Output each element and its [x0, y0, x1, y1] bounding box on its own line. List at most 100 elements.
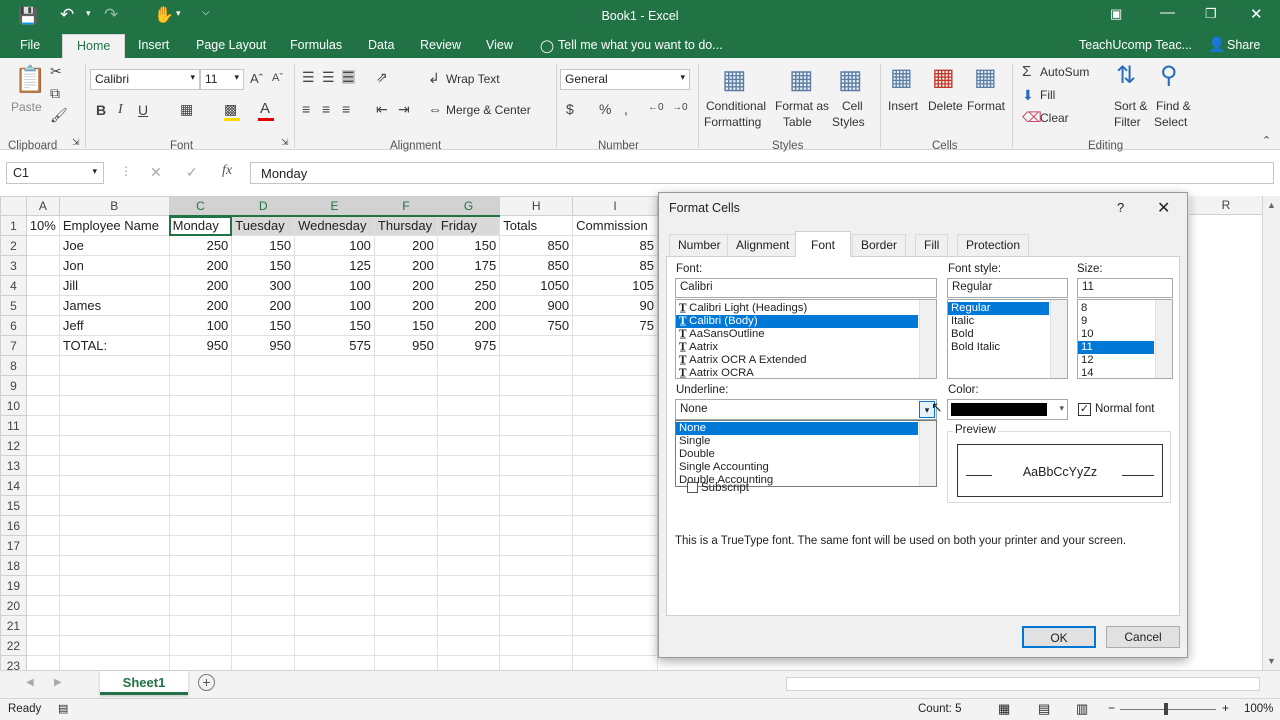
cell[interactable]	[168, 555, 233, 576]
increase-indent-icon[interactable]: ⇥	[398, 102, 410, 116]
cell[interactable]	[373, 635, 438, 656]
cell[interactable]: Tuesday	[231, 215, 296, 236]
list-item[interactable]: 14	[1078, 367, 1154, 380]
increase-decimal-icon[interactable]: ←0	[648, 103, 664, 113]
cell[interactable]: Employee Name	[58, 215, 170, 236]
cell[interactable]	[294, 495, 375, 516]
cell[interactable]	[25, 495, 60, 516]
tab-alignment[interactable]: Alignment	[727, 234, 799, 256]
cell[interactable]	[373, 495, 438, 516]
merge-center-button[interactable]: Merge & Center	[446, 103, 531, 117]
copy-icon[interactable]: ⧉	[50, 86, 60, 100]
comma-icon[interactable]: ,	[624, 102, 628, 116]
bottom-align-icon[interactable]: ☰	[342, 70, 355, 84]
cell[interactable]: 975	[436, 335, 501, 356]
cell[interactable]: 100	[294, 235, 375, 256]
align-center-icon[interactable]: ≡	[322, 102, 330, 116]
cell[interactable]: 150	[373, 315, 438, 336]
decrease-indent-icon[interactable]: ⇤	[376, 102, 388, 116]
cell[interactable]	[25, 395, 60, 416]
font-style-list[interactable]: Regular Italic Bold Bold Italic	[947, 299, 1068, 379]
cell[interactable]	[373, 355, 438, 376]
cell[interactable]: 200	[373, 275, 438, 296]
cell[interactable]	[168, 375, 233, 396]
delete-button[interactable]: Delete	[928, 99, 963, 113]
cell[interactable]	[572, 595, 658, 616]
row-header[interactable]: 12	[0, 435, 27, 456]
find-select-label-2[interactable]: Select	[1154, 115, 1187, 129]
list-item[interactable]: 10	[1078, 328, 1154, 341]
cell[interactable]	[373, 535, 438, 556]
cell[interactable]	[499, 595, 574, 616]
customize-qat-icon[interactable]: ⌵	[202, 7, 210, 18]
page-break-view-icon[interactable]: ▥	[1076, 701, 1088, 717]
list-item[interactable]: T̲ Aatrix OCR A Extended	[676, 354, 918, 367]
cell[interactable]	[499, 655, 574, 670]
ribbon-options-icon[interactable]: ▣	[1110, 6, 1122, 22]
cell[interactable]	[499, 395, 574, 416]
cell[interactable]	[436, 615, 501, 636]
tab-file[interactable]: File	[20, 38, 40, 52]
undo-icon[interactable]: ↶	[60, 5, 74, 25]
account-name[interactable]: TeachUcomp Teac...	[1079, 38, 1192, 52]
row-header[interactable]: 18	[0, 555, 27, 576]
column-header[interactable]: G	[436, 196, 501, 217]
cell[interactable]	[294, 355, 375, 376]
column-header[interactable]: F	[373, 196, 438, 217]
cell[interactable]	[25, 655, 60, 670]
zoom-out-icon[interactable]: −	[1108, 701, 1115, 715]
underline-select[interactable]: None ▾	[675, 399, 937, 420]
cell[interactable]: 200	[436, 295, 501, 316]
redo-icon[interactable]: ↷	[104, 5, 118, 25]
list-item[interactable]: 8	[1078, 302, 1154, 315]
cell[interactable]	[58, 495, 170, 516]
cell[interactable]	[231, 555, 296, 576]
cell[interactable]	[572, 575, 658, 596]
cell[interactable]: 85	[572, 255, 658, 276]
cell[interactable]	[25, 475, 60, 496]
row-header[interactable]: 20	[0, 595, 27, 616]
list-item[interactable]: T̲ Aatrix	[676, 341, 918, 354]
cond-format-label-1[interactable]: Conditional	[706, 99, 766, 113]
cell[interactable]	[231, 595, 296, 616]
cell[interactable]	[499, 335, 574, 356]
cell[interactable]: 300	[231, 275, 296, 296]
list-item[interactable]: Bold Italic	[948, 341, 1049, 354]
cell[interactable]	[168, 455, 233, 476]
cell[interactable]: 175	[436, 255, 501, 276]
cell[interactable]: 10%	[25, 215, 60, 236]
cell[interactable]	[436, 375, 501, 396]
close-window-icon[interactable]: ✕	[1250, 5, 1263, 23]
cell[interactable]	[499, 635, 574, 656]
cell[interactable]: 100	[168, 315, 233, 336]
cell[interactable]	[294, 395, 375, 416]
format-painter-icon[interactable]: 🖌	[50, 108, 68, 122]
cell[interactable]: 125	[294, 255, 375, 276]
cell[interactable]	[436, 655, 501, 670]
tab-protection[interactable]: Protection	[957, 234, 1030, 256]
size-list-scrollbar[interactable]	[1155, 300, 1172, 378]
cell[interactable]	[58, 435, 170, 456]
size-list[interactable]: 8 9 10 11 12 14	[1077, 299, 1173, 379]
scroll-up-icon[interactable]: ▲	[1267, 200, 1276, 210]
cell[interactable]	[25, 415, 60, 436]
cell[interactable]: Thursday	[373, 215, 438, 236]
cell[interactable]	[499, 535, 574, 556]
font-list-scrollbar[interactable]	[919, 300, 936, 378]
cell[interactable]	[294, 575, 375, 596]
underline-icon[interactable]: U	[138, 103, 148, 117]
next-sheet-icon[interactable]: ▶	[54, 677, 62, 688]
cell-styles-label-1[interactable]: Cell	[842, 99, 863, 113]
cell[interactable]	[25, 455, 60, 476]
font-color-icon[interactable]: A	[260, 101, 270, 116]
column-header-r[interactable]: R	[1190, 196, 1262, 215]
row-header[interactable]: 21	[0, 615, 27, 636]
underline-dropdown-scrollbar[interactable]	[919, 421, 936, 486]
cell[interactable]: 75	[572, 315, 658, 336]
cell[interactable]: 90	[572, 295, 658, 316]
cell[interactable]: Jill	[58, 275, 170, 296]
zoom-slider[interactable]	[1120, 709, 1216, 710]
list-item[interactable]: T̲ Aatrix OCRA	[676, 367, 918, 380]
row-header[interactable]: 3	[0, 255, 27, 276]
select-all-corner[interactable]	[0, 196, 27, 216]
